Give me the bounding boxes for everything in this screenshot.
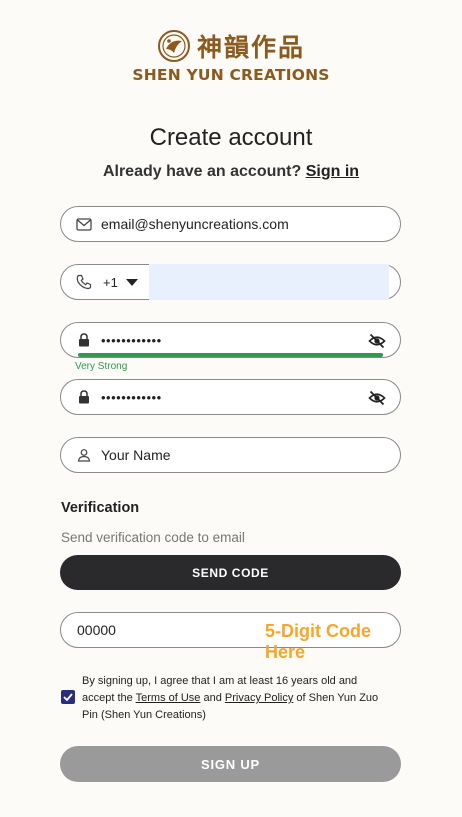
terms-of-use-link[interactable]: Terms of Use [136,692,201,704]
privacy-policy-link[interactable]: Privacy Policy [225,692,293,704]
send-code-button[interactable]: SEND CODE [60,555,401,590]
code-hint-annotation: 5-Digit Code Here [265,621,371,662]
page-title: Create account [149,124,313,151]
name-placeholder: Your Name [101,447,171,463]
email-value: email@shenyuncreations.com [101,216,289,232]
chevron-down-icon[interactable] [125,278,138,286]
agree-checkbox[interactable] [61,690,75,704]
confirm-password-field[interactable]: •••••••••••• [60,379,401,415]
country-code[interactable]: +1 [103,275,118,290]
checkmark-icon [63,693,73,701]
eye-slash-icon[interactable] [368,389,386,407]
verification-code-field[interactable]: 00000 5-Digit Code Here [60,612,401,662]
verification-heading: Verification [61,500,140,516]
brand-english-name: SHEN YUN CREATIONS [132,66,330,84]
password-strength-label: Very Strong [75,361,128,372]
brand-chinese-name: 神韻作品 [196,33,305,62]
confirm-password-value: •••••••••••• [101,389,162,405]
phone-number-input[interactable] [149,264,389,300]
sign-in-link[interactable]: Sign in [306,163,359,180]
terms-text: By signing up, I agree that I am at leas… [82,673,382,724]
password-strength-bar [78,353,383,357]
brand-logo: 神韻作品 SHEN YUN CREATIONS [0,28,462,84]
lock-icon [75,331,93,349]
shen-yun-emblem-icon [157,30,190,62]
verification-code-value: 00000 [77,622,116,638]
person-icon [75,446,93,464]
sign-up-button[interactable]: SIGN UP [60,746,401,782]
mail-icon [75,215,93,233]
phone-icon [75,273,93,291]
phone-field[interactable]: +1 [60,264,401,300]
verification-subtext: Send verification code to email [61,530,245,545]
eye-slash-icon[interactable] [368,332,386,350]
email-field[interactable]: email@shenyuncreations.com [60,206,401,242]
terms-text-and: and [200,692,225,704]
have-account-text: Already have an account? [102,163,302,180]
password-value: •••••••••••• [101,332,162,348]
name-field[interactable]: Your Name [60,437,401,473]
sign-in-prompt: Already have an account? Sign in [0,163,462,181]
lock-icon [75,388,93,406]
